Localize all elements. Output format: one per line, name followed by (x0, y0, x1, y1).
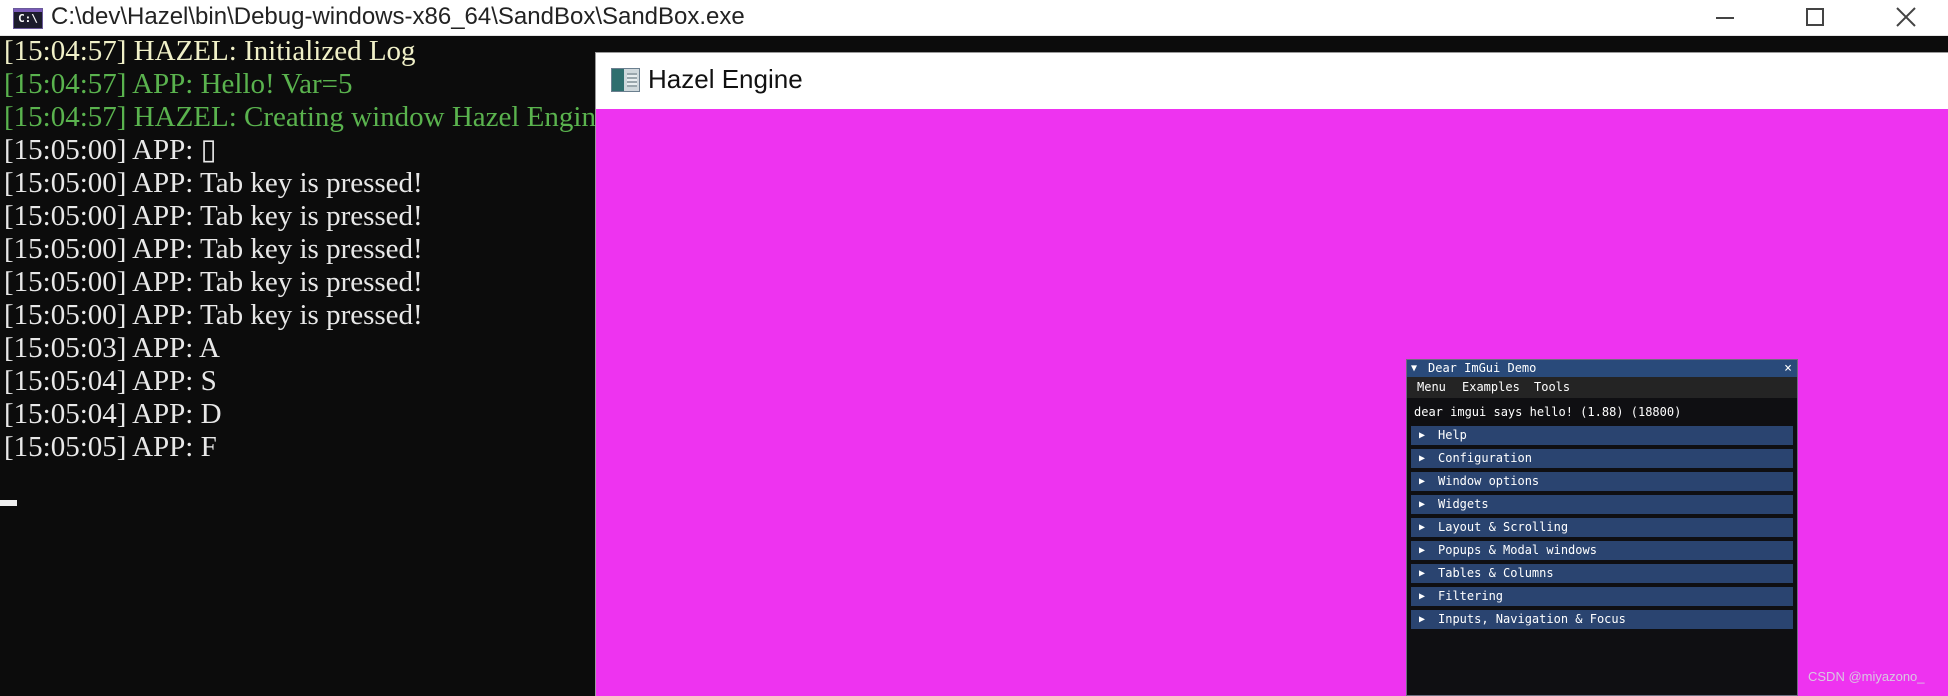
log-line: [15:05:00] APP: Tab key is pressed! (4, 266, 423, 298)
log-line: [15:05:00] APP: Tab key is pressed! (4, 167, 423, 199)
imgui-header-label: Filtering (1438, 589, 1504, 603)
imgui-collapsing-header[interactable]: ▶ Layout & Scrolling (1411, 518, 1793, 537)
close-button[interactable] (1860, 0, 1948, 36)
expand-arrow-icon: ▶ (1419, 614, 1426, 625)
maximize-icon (1806, 8, 1824, 26)
watermark: CSDN @miyazono_ (1808, 669, 1925, 684)
log-line: [15:05:00] APP: ▯ (4, 134, 217, 166)
imgui-collapsing-header[interactable]: ▶ Inputs, Navigation & Focus (1411, 610, 1793, 629)
expand-arrow-icon: ▶ (1419, 568, 1426, 579)
console-cursor (0, 500, 17, 506)
imgui-collapsing-header[interactable]: ▶ Window options (1411, 472, 1793, 491)
imgui-hello-text: dear imgui says hello! (1.88) (18800) (1414, 405, 1682, 419)
close-icon (1896, 7, 1916, 27)
log-line: [15:04:57] HAZEL: Initialized Log (4, 36, 416, 67)
collapse-arrow-icon[interactable]: ▼ (1411, 361, 1417, 376)
imgui-header-label: Layout & Scrolling (1438, 520, 1569, 534)
imgui-menubar: Menu Examples Tools (1407, 377, 1797, 398)
log-line: [15:05:00] APP: Tab key is pressed! (4, 200, 423, 232)
imgui-collapsing-header[interactable]: ▶ Widgets (1411, 495, 1793, 514)
log-line: [15:04:57] HAZEL: Creating window Hazel … (4, 101, 600, 133)
maximize-button[interactable] (1770, 0, 1860, 36)
expand-arrow-icon: ▶ (1419, 591, 1426, 602)
imgui-titlebar[interactable]: ▼ Dear ImGui Demo × (1407, 360, 1797, 377)
log-line: [15:05:00] APP: Tab key is pressed! (4, 233, 423, 265)
imgui-header-label: Widgets (1438, 497, 1489, 511)
console-titlebar[interactable]: C:\ C:\dev\Hazel\bin\Debug-windows-x86_6… (0, 0, 1948, 36)
imgui-header-label: Tables & Columns (1438, 566, 1554, 580)
imgui-header-label: Help (1438, 428, 1467, 442)
imgui-window-title: Dear ImGui Demo (1428, 361, 1537, 375)
imgui-collapsing-header[interactable]: ▶ Filtering (1411, 587, 1793, 606)
imgui-header-label: Window options (1438, 474, 1540, 488)
expand-arrow-icon: ▶ (1419, 476, 1426, 487)
menu-tools[interactable]: Tools (1534, 377, 1570, 398)
imgui-header-label: Popups & Modal windows (1438, 543, 1597, 557)
imgui-demo-window[interactable]: ▼ Dear ImGui Demo × Menu Examples Tools … (1406, 359, 1798, 696)
menu-menu[interactable]: Menu (1417, 377, 1446, 398)
console-app-icon: C:\ (13, 8, 43, 29)
console-output[interactable]: [15:04:57] HAZEL: Initialized Log [15:04:… (0, 36, 600, 696)
log-line: [15:05:03] APP: A (4, 332, 220, 364)
console-window-title: C:\dev\Hazel\bin\Debug-windows-x86_64\Sa… (51, 3, 745, 30)
hazel-titlebar[interactable]: Hazel Engine (596, 53, 1948, 109)
imgui-collapsing-header[interactable]: ▶ Help (1411, 426, 1793, 445)
imgui-collapsing-header[interactable]: ▶ Tables & Columns (1411, 564, 1793, 583)
imgui-header-label: Configuration (1438, 451, 1532, 465)
imgui-header-label: Inputs, Navigation & Focus (1438, 612, 1626, 626)
hazel-window-title: Hazel Engine (648, 64, 803, 94)
imgui-collapsing-header[interactable]: ▶ Configuration (1411, 449, 1793, 468)
log-line: [15:05:04] APP: S (4, 365, 217, 397)
hazel-app-icon (611, 68, 640, 92)
log-line: [15:04:57] APP: Hello! Var=5 (4, 68, 353, 100)
expand-arrow-icon: ▶ (1419, 522, 1426, 533)
imgui-collapsing-header[interactable]: ▶ Popups & Modal windows (1411, 541, 1793, 560)
imgui-close-icon[interactable]: × (1784, 360, 1792, 377)
minimize-icon (1716, 17, 1734, 19)
menu-examples[interactable]: Examples (1462, 377, 1520, 398)
minimize-button[interactable] (1680, 0, 1770, 36)
expand-arrow-icon: ▶ (1419, 499, 1426, 510)
log-line: [15:05:00] APP: Tab key is pressed! (4, 299, 423, 331)
expand-arrow-icon: ▶ (1419, 430, 1426, 441)
expand-arrow-icon: ▶ (1419, 545, 1426, 556)
log-line: [15:05:04] APP: D (4, 398, 222, 430)
expand-arrow-icon: ▶ (1419, 453, 1426, 464)
log-line: [15:05:05] APP: F (4, 431, 217, 463)
